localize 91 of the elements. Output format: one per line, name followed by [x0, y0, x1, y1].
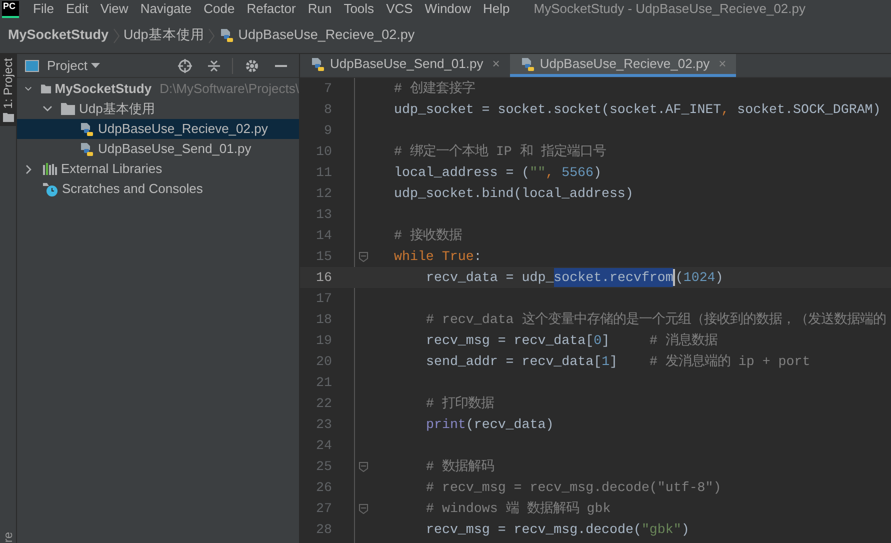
crosshair-icon[interactable] [178, 58, 192, 72]
code-line: # recv_data 这个变量中存储的是一个元组（接收到的数据，（发送数据端的 [425, 310, 886, 329]
folder-icon [61, 103, 75, 115]
menu-item[interactable]: Tools [338, 0, 380, 19]
line-number: 10 [315, 142, 333, 161]
line-number: 16 [315, 268, 333, 287]
breadcrumb-item[interactable]: UdpBaseUse_Recieve_02.py [238, 25, 415, 46]
tree-item[interactable]: MySocketStudy D:\MySoftware\Projects\ [17, 79, 299, 99]
code-line: # windows 端 数据解码 gbk [425, 500, 611, 518]
menu-item[interactable]: Run [302, 0, 338, 19]
code-line: # 数据解码 [425, 458, 494, 476]
chevron-down-icon[interactable] [43, 106, 52, 112]
python-file-icon [79, 142, 94, 156]
tree-item[interactable]: Udp基本使用 [17, 99, 299, 119]
line-number: 15 [315, 248, 333, 266]
code-line: udp_socket = socket.socket(socket.AF_INET, socket.SOCK_DGRAM) [393, 100, 881, 119]
window-title: MySocketStudy - UdpBaseUse_Recieve_02.py [534, 0, 806, 18]
line-number: 22 [315, 394, 333, 413]
line-number: 11 [315, 164, 333, 182]
line-number: 7 [323, 80, 333, 98]
text-caret [673, 269, 676, 286]
menu-item[interactable]: File [27, 0, 60, 19]
chevron-right-icon[interactable] [26, 164, 32, 174]
code-line: send_addr = recv_data[1] # 发消息端的 ip + port [425, 352, 810, 371]
line-number: 14 [315, 226, 333, 245]
line-number: 20 [315, 352, 333, 371]
collapse-all-icon[interactable] [208, 58, 220, 72]
fold-marker-icon[interactable] [358, 504, 368, 514]
code-line: print(recv_data) [425, 416, 554, 434]
chevron-separator-icon [208, 28, 216, 44]
tool-window-tab[interactable]: re [0, 532, 17, 543]
python-file-icon [219, 28, 234, 43]
breadcrumb-item[interactable]: MySocketStudy [8, 25, 109, 46]
tree-item[interactable]: UdpBaseUse_Send_01.py [17, 139, 299, 159]
line-number: 8 [323, 100, 333, 119]
minimize-icon[interactable] [275, 64, 287, 66]
path-hint: D:\MySoftware\Projects\ [160, 80, 299, 98]
line-number: 12 [315, 184, 333, 203]
code-line: recv_data = udp_socket.recvfrom(1024) [390, 268, 724, 288]
line-number: 28 [315, 520, 333, 539]
menu-item[interactable]: Window [418, 0, 478, 19]
tree-item[interactable]: External Libraries [17, 159, 299, 179]
line-number: 13 [315, 206, 333, 224]
line-number: 19 [315, 332, 333, 350]
tree-item[interactable]: Scratches and Consoles [17, 179, 299, 199]
menu-item[interactable]: Edit [60, 0, 94, 19]
line-number: 18 [315, 310, 333, 329]
folder-icon [40, 83, 51, 95]
line-number: 25 [315, 458, 333, 476]
close-tab-button[interactable]: × [492, 54, 500, 74]
line-number: 17 [315, 290, 333, 308]
scratch-clock-icon [43, 182, 58, 196]
code-line: local_address = ("", 5566) [393, 164, 602, 182]
line-number: 23 [315, 416, 333, 434]
menu-item[interactable]: Help [477, 0, 516, 19]
code-line: recv_msg = recv_data[0] # 消息数据 [425, 332, 718, 350]
code-line: while True: [393, 248, 482, 266]
panel-title[interactable]: Project [47, 56, 88, 76]
python-file-icon [310, 56, 325, 72]
menu-item[interactable]: VCS [380, 0, 419, 19]
python-file-icon [79, 122, 94, 136]
panel-icon [25, 60, 39, 72]
line-number: 24 [315, 436, 333, 455]
folder-icon [2, 112, 14, 122]
python-file-icon [520, 56, 535, 72]
fold-marker-icon[interactable] [358, 252, 368, 262]
code-line: recv_msg = recv_msg.decode("gbk") [425, 520, 690, 539]
line-number: 21 [315, 374, 333, 392]
line-number: 9 [323, 122, 333, 140]
chevron-separator-icon [112, 28, 120, 44]
menu-item[interactable]: Code [198, 0, 241, 19]
line-number: 27 [315, 500, 333, 518]
fold-marker-icon[interactable] [358, 462, 368, 472]
code-line: # recv_msg = recv_msg.decode("utf-8") [425, 478, 722, 497]
code-line: # 绑定一个本地 IP 和 指定端口号 [393, 142, 606, 161]
chevron-down-icon[interactable] [25, 86, 32, 92]
settings-icon[interactable] [245, 58, 259, 72]
code-line: # 创建套接字 [393, 80, 475, 98]
breadcrumb-item[interactable]: Udp基本使用 [124, 25, 204, 46]
code-line: # 接收数据 [393, 226, 462, 245]
app-logo: PC [2, 0, 19, 18]
code-line: udp_socket.bind(local_address) [393, 184, 634, 203]
code-line: # 打印数据 [425, 394, 494, 413]
menu-item[interactable]: Refactor [240, 0, 302, 19]
line-number: 26 [315, 478, 333, 497]
dropdown-caret-icon[interactable] [91, 62, 100, 68]
menu-item[interactable]: Navigate [134, 0, 198, 19]
library-bars-icon [43, 163, 57, 175]
tree-item[interactable]: UdpBaseUse_Recieve_02.py [17, 119, 299, 139]
menu-item[interactable]: View [94, 0, 134, 19]
editor-tab[interactable]: UdpBaseUse_Recieve_02.py × [510, 54, 736, 77]
